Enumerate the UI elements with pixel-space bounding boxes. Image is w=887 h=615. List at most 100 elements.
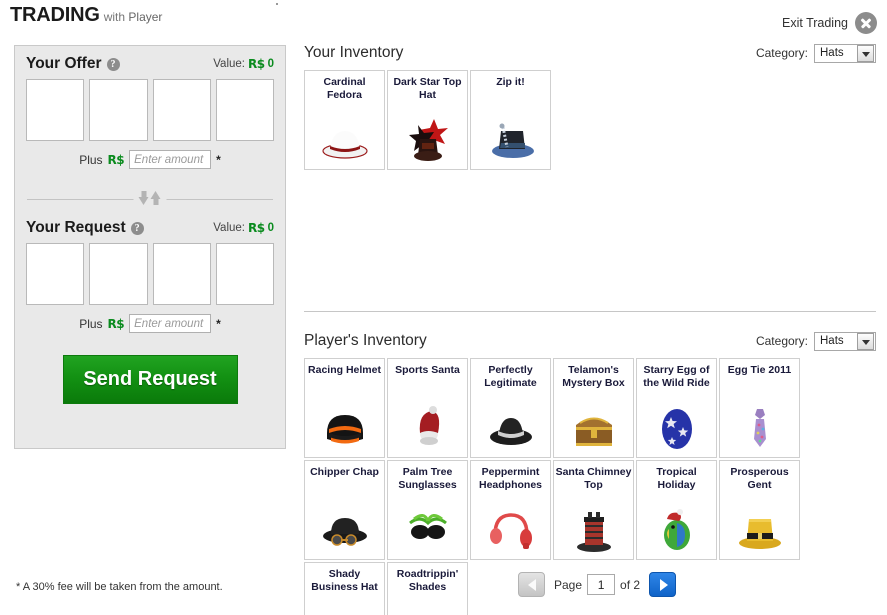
player-inventory-item-card[interactable]: Prosperous Gent bbox=[719, 460, 800, 560]
offer-asterisk: * bbox=[216, 152, 221, 167]
your-inventory-category: Category: Hats bbox=[755, 43, 876, 63]
player-inventory-item-name: Starry Egg of the Wild Ride bbox=[643, 364, 710, 389]
page-title-sub: with Player bbox=[104, 10, 163, 24]
offer-slot[interactable] bbox=[152, 79, 211, 141]
player-inventory-item-card[interactable]: Racing Helmet bbox=[304, 358, 385, 458]
request-slot[interactable] bbox=[26, 243, 85, 305]
right-arrow-icon[interactable] bbox=[649, 572, 677, 597]
request-plus-row: Plus R$ * bbox=[15, 314, 285, 333]
your-inventory-item-card[interactable]: Zip it! bbox=[470, 70, 551, 170]
trading-page: TRADING with Player Exit Trading Your Off… bbox=[0, 0, 887, 615]
page-indicator: Page of 2 bbox=[554, 574, 640, 595]
aviator-sunglasses-icon bbox=[400, 607, 456, 615]
left-arrow-icon[interactable] bbox=[518, 572, 545, 597]
request-value-amount: 0 bbox=[267, 222, 274, 234]
request-slot[interactable] bbox=[89, 243, 148, 305]
inventory-divider bbox=[304, 311, 876, 312]
player-inventory-item-name: Perfectly Legitimate bbox=[484, 364, 537, 389]
black-gray-fedora-icon bbox=[483, 403, 539, 451]
player-inventory-header: Player's Inventory Category: Hats bbox=[304, 328, 876, 354]
your-offer-header: Your Offer ? Value: R$ 0 bbox=[15, 46, 285, 79]
player-inventory-item-card[interactable]: Egg Tie 2011 bbox=[719, 358, 800, 458]
page-title: TRADING with Player bbox=[10, 4, 162, 27]
chevron-down-icon[interactable] bbox=[857, 44, 874, 62]
your-inventory-title: Your Inventory bbox=[304, 44, 404, 61]
page-title-main: TRADING bbox=[10, 4, 100, 26]
player-inventory-item-card[interactable]: Sports Santa bbox=[387, 358, 468, 458]
player-inventory-item-name: Racing Helmet bbox=[308, 364, 381, 376]
your-request-title: Your Request ? bbox=[26, 219, 144, 237]
player-inventory-item-name: Palm Tree Sunglasses bbox=[398, 466, 457, 491]
question-mark-icon[interactable]: ? bbox=[130, 221, 144, 235]
player-inventory-item-card[interactable]: Palm Tree Sunglasses bbox=[387, 460, 468, 560]
black-orange-helmet-icon bbox=[317, 403, 373, 451]
player-inventory-item-name: Chipper Chap bbox=[310, 466, 379, 478]
category-label: Category: bbox=[755, 334, 808, 348]
player-inventory-category: Category: Hats bbox=[755, 331, 876, 351]
green-parrot-santa-icon bbox=[649, 505, 705, 553]
exit-trading-label: Exit Trading bbox=[781, 16, 848, 30]
offer-plus-label: Plus bbox=[79, 152, 103, 167]
player-inventory-item-card[interactable]: Chipper Chap bbox=[304, 460, 385, 560]
offer-slot[interactable] bbox=[26, 79, 85, 141]
player-inventory-item-card[interactable]: Perfectly Legitimate bbox=[470, 358, 551, 458]
offer-slot-row bbox=[15, 79, 285, 141]
player-inventory-item-name: Egg Tie 2011 bbox=[727, 364, 792, 376]
your-inventory-category-select[interactable]: Hats bbox=[814, 43, 876, 63]
request-slot[interactable] bbox=[152, 243, 211, 305]
request-slot[interactable] bbox=[215, 243, 274, 305]
question-mark-icon[interactable]: ? bbox=[106, 57, 120, 71]
robux-icon: R$ bbox=[248, 221, 265, 235]
request-slot-row bbox=[15, 243, 285, 305]
request-amount-input[interactable] bbox=[129, 314, 212, 333]
blue-zipper-top-hat-icon bbox=[483, 115, 539, 163]
your-request-value: Value: R$ 0 bbox=[213, 221, 274, 235]
your-inventory-item-card[interactable]: Cardinal Fedora bbox=[304, 70, 385, 170]
page-label: Page bbox=[554, 577, 583, 592]
player-inventory-category-select[interactable]: Hats bbox=[814, 331, 876, 351]
offer-slot[interactable] bbox=[89, 79, 148, 141]
player-inventory-item-name: Telamon's Mystery Box bbox=[562, 364, 625, 389]
treasure-chest-icon bbox=[566, 403, 622, 451]
red-santa-hat-icon bbox=[400, 403, 456, 451]
player-inventory-item-name: Roadtrippin' Shades bbox=[396, 568, 459, 593]
arrow-down-icon bbox=[138, 191, 150, 205]
request-asterisk: * bbox=[216, 316, 221, 331]
purple-tie-icon bbox=[732, 403, 788, 451]
offer-amount-input[interactable] bbox=[129, 150, 212, 169]
your-offer-title-text: Your Offer bbox=[26, 55, 102, 72]
chevron-down-icon[interactable] bbox=[857, 332, 874, 350]
trade-partner-name: Player bbox=[128, 10, 163, 24]
player-inventory-item-card[interactable]: Starry Egg of the Wild Ride bbox=[636, 358, 717, 458]
player-inventory-item-card[interactable]: Roadtrippin' Shades bbox=[387, 562, 468, 615]
exit-trading-button[interactable]: Exit Trading bbox=[782, 12, 877, 34]
player-inventory-item-card[interactable]: Peppermint Headphones bbox=[470, 460, 551, 560]
offer-slot[interactable] bbox=[215, 79, 274, 141]
dark-star-top-hat-icon bbox=[400, 115, 456, 163]
category-value: Hats bbox=[820, 335, 844, 347]
title-with-word: with bbox=[103, 10, 126, 24]
your-inventory-item-name: Dark Star Top Hat bbox=[393, 76, 462, 101]
fee-note: * A 30% fee will be taken from the amoun… bbox=[16, 581, 223, 593]
black-bowler-goggles-icon bbox=[317, 505, 373, 553]
offer-value-label: Value: bbox=[213, 58, 245, 70]
player-inventory-item-name: Tropical Holiday bbox=[656, 466, 697, 491]
player-inventory-item-card[interactable]: Shady Business Hat bbox=[304, 562, 385, 615]
category-label: Category: bbox=[755, 46, 808, 60]
send-request-button[interactable]: Send Request bbox=[62, 355, 238, 404]
close-circle-icon[interactable] bbox=[855, 12, 877, 34]
player-inventory-item-card[interactable]: Telamon's Mystery Box bbox=[553, 358, 634, 458]
swap-divider bbox=[27, 191, 273, 207]
your-request-title-text: Your Request bbox=[26, 219, 126, 236]
your-inventory-grid: Cardinal Fedora Dark Star Top Hat Zip it! bbox=[304, 70, 876, 170]
your-request-header: Your Request ? Value: R$ 0 bbox=[15, 207, 285, 243]
player-inventory-item-name: Prosperous Gent bbox=[730, 466, 789, 491]
page-input[interactable] bbox=[587, 574, 616, 595]
player-inventory-item-card[interactable]: Santa Chimney Top bbox=[553, 460, 634, 560]
request-value-label: Value: bbox=[213, 222, 245, 234]
black-fedora-icon bbox=[317, 607, 373, 615]
player-inventory-item-name: Shady Business Hat bbox=[311, 568, 378, 593]
player-inventory-item-name: Peppermint Headphones bbox=[478, 466, 542, 491]
player-inventory-item-card[interactable]: Tropical Holiday bbox=[636, 460, 717, 560]
your-inventory-item-card[interactable]: Dark Star Top Hat bbox=[387, 70, 468, 170]
